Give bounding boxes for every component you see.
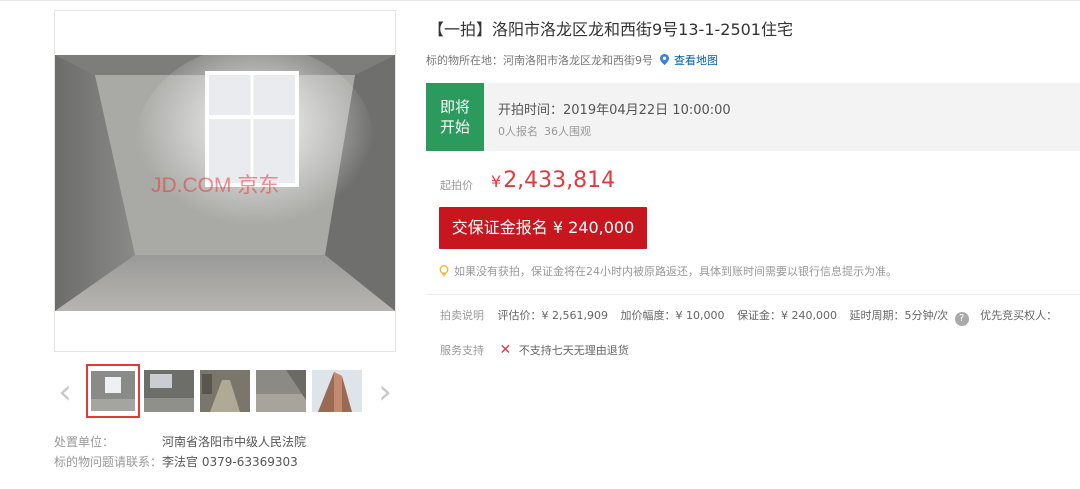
- contact-value: 李法官 0379-63369303: [162, 455, 298, 469]
- listing-title: 【一拍】洛阳市洛龙区龙和西街9号13-1-2501住宅: [428, 20, 793, 39]
- top-divider: [0, 0, 1080, 1]
- thumbnail-1[interactable]: [86, 364, 140, 418]
- refund-notice: 如果没有获拍，保证金将在24小时内被原路返还，具体到账时间需要以银行信息提示为准…: [438, 263, 897, 279]
- start-time: 开拍时间：2019年04月22日 10:00:00: [498, 103, 731, 118]
- cross-icon: ✕: [499, 342, 512, 358]
- thumbnail-2[interactable]: [144, 370, 194, 412]
- bid-increment: 加价幅度：¥ 10,000: [620, 309, 725, 322]
- thumbnail-4[interactable]: [256, 370, 306, 412]
- status-badge: 即将 开始: [426, 83, 484, 151]
- location-label: 标的物所在地：: [426, 54, 503, 67]
- no-return-text: 不支持七天无理由退货: [518, 344, 629, 357]
- starting-price: ¥2,433,814: [491, 168, 615, 193]
- thumbnail-3[interactable]: [200, 370, 250, 412]
- auction-status-panel: 即将 开始 开拍时间：2019年04月22日 10:00:00 0人报名 36人围…: [426, 83, 1080, 151]
- organizer-unit-row: 处置单位： 河南省洛阳市中级人民法院: [54, 432, 306, 452]
- organizer-unit-label: 处置单位：: [54, 435, 115, 449]
- participation-counts: 0人报名 36人围观: [498, 123, 597, 139]
- contact-label: 标的物问题请联系：: [54, 455, 163, 469]
- currency-symbol: ¥: [491, 172, 502, 191]
- view-count: 36人围观: [544, 125, 591, 138]
- main-photo[interactable]: JD.COM 京东: [54, 10, 396, 352]
- service-support-row: 服务支持 ✕ 不支持七天无理由退货: [440, 342, 629, 358]
- contact-row: 标的物问题请联系：李法官 0379-63369303: [54, 452, 306, 472]
- auction-info-label: 拍卖说明: [440, 309, 484, 322]
- organizer-info: 处置单位： 河南省洛阳市中级人民法院 标的物问题请联系：李法官 0379-6336…: [54, 432, 306, 472]
- price-value: 2,433,814: [503, 168, 616, 193]
- map-pin-icon: [659, 54, 669, 65]
- location-value: 河南洛阳市洛龙区龙和西街9号: [503, 54, 653, 67]
- view-map-link[interactable]: 查看地图: [674, 54, 718, 67]
- starting-price-label: 起拍价: [440, 179, 473, 192]
- help-icon[interactable]: ?: [954, 312, 969, 326]
- priority-bidder: 优先竞买权人：: [980, 309, 1058, 322]
- refund-notice-text: 如果没有获拍，保证金将在24小时内被原路返还，具体到账时间需要以银行信息提示为准…: [454, 265, 897, 278]
- location-row: 标的物所在地：河南洛阳市洛龙区龙和西街9号 查看地图: [426, 52, 718, 68]
- prev-arrow-icon[interactable]: ‹: [54, 372, 76, 412]
- watermark: JD.COM 京东: [151, 174, 280, 197]
- lightbulb-icon: [439, 265, 449, 277]
- auction-info-row: 拍卖说明 评估价：¥ 2,561,909 加价幅度：¥ 10,000 保证金：¥…: [440, 307, 1066, 326]
- status-badge-line1: 即将: [439, 98, 470, 116]
- service-label: 服务支持: [440, 344, 484, 357]
- signup-count: 0人报名: [498, 125, 538, 138]
- section-divider: [426, 294, 1080, 295]
- status-badge-line2: 开始: [439, 118, 470, 136]
- extension-period: 延时周期：5分钟/次: [849, 309, 949, 322]
- pay-deposit-button[interactable]: 交保证金报名 ¥ 240,000: [439, 207, 647, 249]
- thumbnail-5[interactable]: [312, 370, 362, 412]
- deposit-amount: 保证金：¥ 240,000: [736, 309, 837, 322]
- appraisal-price: 评估价：¥ 2,561,909: [497, 309, 608, 322]
- thumbnail-strip: ‹ ›: [54, 362, 396, 418]
- organizer-unit-value: 河南省洛阳市中级人民法院: [162, 435, 307, 449]
- next-arrow-icon[interactable]: ›: [374, 372, 396, 412]
